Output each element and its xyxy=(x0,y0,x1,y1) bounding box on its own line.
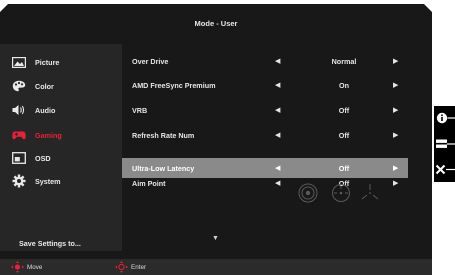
right-arrow-icon[interactable]: ▶ xyxy=(393,106,398,114)
sidebar-item-label: Color xyxy=(35,81,54,91)
save-settings-button[interactable]: Save Settings to... xyxy=(19,239,81,248)
left-arrow-icon[interactable]: ◀ xyxy=(275,106,280,114)
audio-icon xyxy=(12,104,26,116)
footer-enter-hint: Enter xyxy=(115,261,146,273)
right-arrow-icon[interactable]: ▶ xyxy=(393,131,398,139)
setting-value: Normal xyxy=(331,56,357,66)
sidebar-item-label: Gaming xyxy=(35,130,62,140)
sidebar-item-color[interactable]: Color xyxy=(0,75,122,97)
system-icon xyxy=(12,174,26,188)
right-arrow-icon[interactable]: ▶ xyxy=(393,81,398,89)
right-arrow-icon[interactable]: ▶ xyxy=(393,164,398,172)
sidebar-item-label: System xyxy=(35,176,61,186)
sidebar-item-system[interactable]: System xyxy=(0,170,122,192)
osd-icon xyxy=(12,152,26,164)
color-icon xyxy=(12,80,26,92)
picture-icon xyxy=(12,56,26,68)
osd-panel: Mode - User Picture Color Audio Gaming O… xyxy=(0,4,432,259)
setting-row-over-drive[interactable]: Over Drive ◀ Normal ▶ xyxy=(122,51,408,71)
close-key[interactable] xyxy=(434,160,455,180)
settings-panel: Over Drive ◀ Normal ▶ AMD FreeSync Premi… xyxy=(122,44,432,251)
left-arrow-icon[interactable]: ◀ xyxy=(275,57,280,65)
footer-label: Enter xyxy=(131,263,147,271)
info-key[interactable] xyxy=(434,108,455,128)
sidebar-item-label: Picture xyxy=(35,57,60,67)
left-arrow-icon[interactable]: ◀ xyxy=(275,81,280,89)
aim-point-dot-circle-icon[interactable] xyxy=(330,182,352,204)
menu-icon xyxy=(436,139,455,148)
setting-label: Refresh Rate Num xyxy=(132,130,195,140)
sidebar-item-label: Audio xyxy=(35,105,56,115)
setting-label: VRB xyxy=(132,105,148,115)
close-icon xyxy=(435,164,455,175)
left-arrow-icon[interactable]: ◀ xyxy=(275,164,280,172)
setting-row-amd-freesync-premium[interactable]: AMD FreeSync Premium ◀ On ▶ xyxy=(122,75,408,95)
setting-value: Off xyxy=(338,105,350,115)
setting-label: AMD FreeSync Premium xyxy=(132,80,216,90)
setting-value: On xyxy=(339,80,349,90)
dpad-enter-icon xyxy=(115,261,128,273)
gaming-icon xyxy=(12,129,26,141)
sidebar-item-label: OSD xyxy=(35,153,51,163)
sidebar: Picture Color Audio Gaming OSD System Sa… xyxy=(0,44,122,251)
footer-bar: Move Enter xyxy=(0,259,432,275)
right-arrow-icon[interactable]: ▶ xyxy=(393,179,398,187)
aim-point-circle-icon[interactable] xyxy=(297,182,319,204)
left-arrow-icon[interactable]: ◀ xyxy=(275,131,280,139)
sidebar-item-audio[interactable]: Audio xyxy=(0,99,122,121)
setting-value: Off xyxy=(338,130,350,140)
setting-label: Ultra-Low Latency xyxy=(132,163,195,173)
sidebar-item-picture[interactable]: Picture xyxy=(0,51,122,73)
setting-row-refresh-rate-num[interactable]: Refresh Rate Num ◀ Off ▶ xyxy=(122,125,408,145)
dpad-move-icon xyxy=(11,261,24,273)
setting-value: Off xyxy=(338,163,350,173)
footer-move-hint: Move xyxy=(11,261,42,273)
aim-point-cross-icon[interactable] xyxy=(359,182,381,204)
page-title: Mode - User xyxy=(194,18,238,28)
setting-label: Aim Point xyxy=(132,178,166,188)
menu-key[interactable] xyxy=(434,134,455,154)
sidebar-item-gaming[interactable]: Gaming xyxy=(0,124,122,146)
left-arrow-icon[interactable]: ◀ xyxy=(275,179,280,187)
setting-row-vrb[interactable]: VRB ◀ Off ▶ xyxy=(122,100,408,120)
footer-label: Move xyxy=(27,263,43,271)
side-key-panel xyxy=(434,106,455,182)
sidebar-item-osd[interactable]: OSD xyxy=(0,147,122,169)
setting-label: Over Drive xyxy=(132,56,169,66)
scroll-down-arrow-icon[interactable]: ▼ xyxy=(212,235,219,242)
info-icon xyxy=(436,112,455,124)
right-arrow-icon[interactable]: ▶ xyxy=(393,57,398,65)
